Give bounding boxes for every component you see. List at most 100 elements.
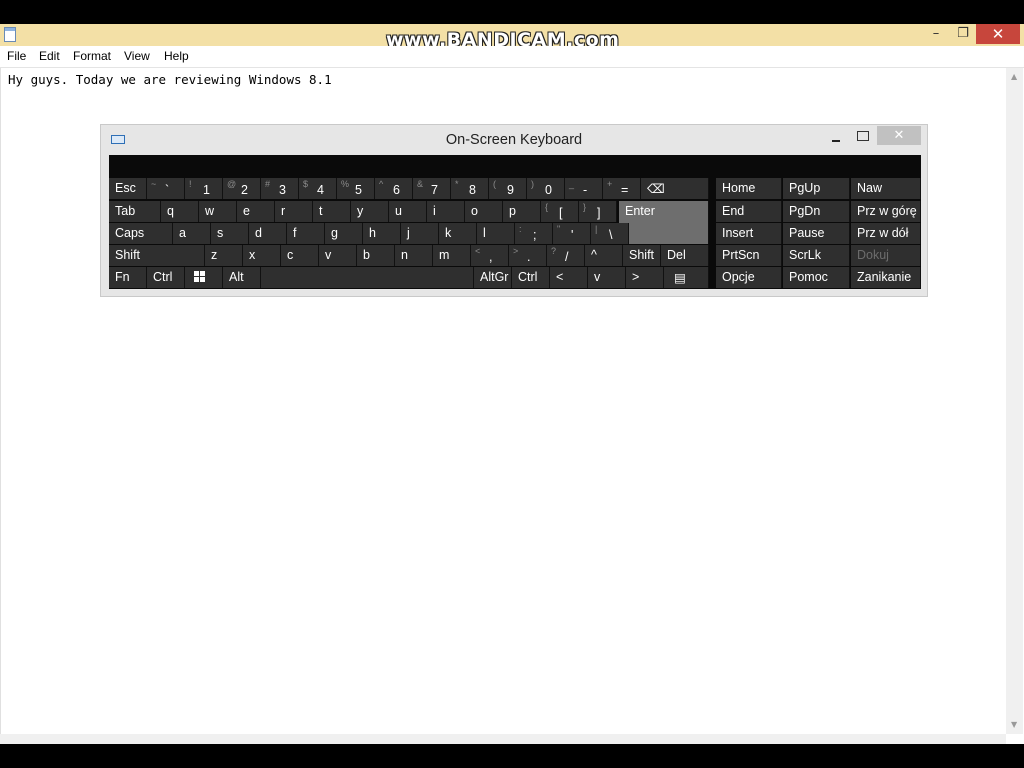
key-pgup[interactable]: PgUp — [783, 178, 850, 199]
scroll-up-icon[interactable]: ▲ — [1011, 72, 1017, 81]
horizontal-scrollbar[interactable] — [0, 734, 1006, 744]
key-7[interactable]: & 7 — [413, 178, 451, 199]
key-6[interactable]: ^ 6 — [375, 178, 413, 199]
key-h[interactable]: h — [363, 223, 401, 244]
key-m[interactable]: m — [433, 245, 471, 266]
key-pomoc[interactable]: Pomoc — [783, 267, 850, 288]
down-arrow-key[interactable]: v — [588, 267, 626, 288]
key-esc[interactable]: Esc — [109, 178, 147, 199]
key-dokuj[interactable]: Dokuj — [851, 245, 921, 266]
key-9[interactable]: (9 — [489, 178, 527, 199]
key-i[interactable]: i — [427, 201, 465, 222]
menu-format[interactable]: Format — [73, 49, 111, 63]
key-v[interactable]: v — [319, 245, 357, 266]
key-j[interactable]: j — [401, 223, 439, 244]
key-q[interactable]: q — [161, 201, 199, 222]
key-8[interactable]: * 8 — [451, 178, 489, 199]
key-y[interactable]: y — [351, 201, 389, 222]
right-ctrl-key[interactable]: Ctrl — [512, 267, 550, 288]
key-period[interactable]: >. — [509, 245, 547, 266]
scroll-down-icon[interactable]: ▼ — [1011, 720, 1017, 729]
key-naw[interactable]: Naw — [851, 178, 921, 199]
key-o[interactable]: o — [465, 201, 503, 222]
key-b[interactable]: b — [357, 245, 395, 266]
close-button[interactable]: ✕ — [976, 24, 1020, 44]
title-bar[interactable]: www.BANDICAM.com – ❐ ✕ — [0, 24, 1024, 51]
windows-key[interactable] — [185, 267, 223, 288]
key-t[interactable]: t — [313, 201, 351, 222]
key-insert[interactable]: Insert — [716, 223, 782, 244]
key-pgdn[interactable]: PgDn — [783, 201, 850, 222]
key-u[interactable]: u — [389, 201, 427, 222]
enter-key[interactable]: Enter — [619, 201, 709, 244]
key-k[interactable]: k — [439, 223, 477, 244]
key-minus[interactable]: _ - — [565, 178, 603, 199]
minimize-button[interactable]: – — [922, 24, 950, 44]
key-backslash[interactable]: | \ — [591, 223, 629, 244]
key-n[interactable]: n — [395, 245, 433, 266]
left-ctrl-key[interactable]: Ctrl — [147, 267, 185, 288]
left-shift-key[interactable]: Shift — [109, 245, 205, 266]
alt-key[interactable]: Alt — [223, 267, 261, 288]
backspace-key[interactable]: ⌫ — [641, 178, 709, 199]
key-1[interactable]: ! 1 — [185, 178, 223, 199]
menu-help[interactable]: Help — [164, 49, 189, 63]
notepad-icon[interactable] — [4, 27, 16, 42]
left-arrow-key[interactable]: < — [550, 267, 588, 288]
menu-edit[interactable]: Edit — [39, 49, 60, 63]
key-g[interactable]: g — [325, 223, 363, 244]
up-arrow-key[interactable]: ^ — [585, 245, 623, 266]
key-3[interactable]: #3 — [261, 178, 299, 199]
key-right-bracket[interactable]: }] — [579, 201, 617, 222]
key-tab[interactable]: Tab — [109, 201, 161, 222]
key-c[interactable]: c — [281, 245, 319, 266]
key-d[interactable]: d — [249, 223, 287, 244]
key-4[interactable]: $4 — [299, 178, 337, 199]
key-opcje[interactable]: Opcje — [716, 267, 782, 288]
key-p[interactable]: p — [503, 201, 541, 222]
menu-view[interactable]: View — [124, 49, 150, 63]
altgr-key[interactable]: AltGr — [474, 267, 512, 288]
menu-file[interactable]: File — [7, 49, 26, 63]
osk-title-bar[interactable]: On-Screen Keyboard ✕ — [101, 125, 927, 155]
key-prz-w-g-r[interactable]: Prz w górę — [851, 201, 921, 222]
key-e[interactable]: e — [237, 201, 275, 222]
key-s[interactable]: s — [211, 223, 249, 244]
restore-button[interactable]: ❐ — [950, 24, 976, 44]
osk-minimize-button[interactable] — [829, 129, 843, 147]
osk-close-button[interactable]: ✕ — [877, 126, 921, 145]
key-0[interactable]: ) 0 — [527, 178, 565, 199]
fn-key[interactable]: Fn — [109, 267, 147, 288]
key-scrlk[interactable]: ScrLk — [783, 245, 850, 266]
key-w[interactable]: w — [199, 201, 237, 222]
key-l[interactable]: l — [477, 223, 515, 244]
key-home[interactable]: Home — [716, 178, 782, 199]
caps-key[interactable]: Caps — [109, 223, 173, 244]
key-quote[interactable]: " ' — [553, 223, 591, 244]
key-z[interactable]: z — [205, 245, 243, 266]
key-5[interactable]: % 5 — [337, 178, 375, 199]
key-slash[interactable]: ? / — [547, 245, 585, 266]
vertical-scrollbar[interactable]: ▲ ▼ — [1006, 68, 1023, 734]
delete-key[interactable]: Del — [661, 245, 709, 266]
key-pause[interactable]: Pause — [783, 223, 850, 244]
key-prtscn[interactable]: PrtScn — [716, 245, 782, 266]
osk-maximize-button[interactable] — [857, 131, 869, 141]
key-a[interactable]: a — [173, 223, 211, 244]
key-2[interactable]: @2 — [223, 178, 261, 199]
key-left-bracket[interactable]: {[ — [541, 201, 579, 222]
key-backtick[interactable]: ~ ` — [147, 178, 185, 199]
menu-key[interactable]: ▤ — [664, 267, 709, 288]
key-end[interactable]: End — [716, 201, 782, 222]
right-shift-key[interactable]: Shift — [623, 245, 661, 266]
key-comma[interactable]: <, — [471, 245, 509, 266]
key-x[interactable]: x — [243, 245, 281, 266]
key-r[interactable]: r — [275, 201, 313, 222]
key-zanikanie[interactable]: Zanikanie — [851, 267, 921, 288]
right-arrow-key[interactable]: > — [626, 267, 664, 288]
key-equals[interactable]: + = — [603, 178, 641, 199]
key-prz-w-d[interactable]: Prz w dół — [851, 223, 921, 244]
key-semicolon[interactable]: :; — [515, 223, 553, 244]
space-key[interactable] — [261, 267, 474, 288]
key-f[interactable]: f — [287, 223, 325, 244]
